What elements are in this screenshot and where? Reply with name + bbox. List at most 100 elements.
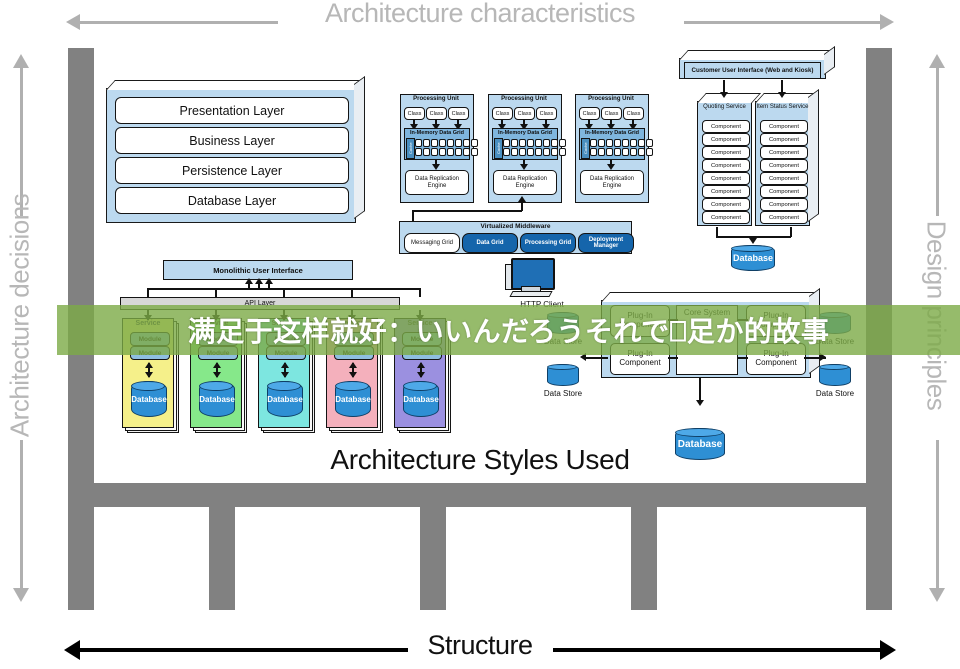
module-db-arrow-up-icon [417, 362, 425, 368]
processing-unit-3: Processing Unit Class Class Class In-Memory … [575, 94, 653, 203]
microservice-database-label: Database [335, 394, 371, 404]
data-replication-engine: Data Replication Engine [493, 170, 557, 195]
module-db-arrow-up-icon [349, 362, 357, 368]
cache-label: Cache [406, 138, 415, 159]
grid-cell [447, 148, 454, 156]
grid-cell [638, 139, 645, 147]
grid-cell-row [503, 148, 566, 156]
service-component-7: Component [702, 198, 750, 211]
service-component-4: Component [760, 159, 808, 172]
arrow-down-icon-right [929, 588, 945, 602]
virtualized-middleware-title: Virtualized Middleware [480, 223, 551, 230]
grid-cell [646, 139, 653, 147]
grid-cell [606, 148, 613, 156]
service-side-face [808, 89, 819, 223]
grid-cell [543, 148, 550, 156]
processing-unit-1: Processing Unit Class Class Class In-Memory … [400, 94, 478, 203]
axis-bottom-line-right [553, 648, 883, 652]
processing-unit-title: Processing Unit [501, 96, 547, 102]
microservice-database: Database [131, 381, 167, 417]
service-component-1: Component [760, 120, 808, 133]
grid-cell [630, 139, 637, 147]
grid-cell-row [415, 148, 478, 156]
service-2: Item Status Service Component Component Com… [755, 89, 820, 226]
grid-cell [622, 139, 629, 147]
processing-unit-title: Processing Unit [413, 96, 459, 102]
sb-arrow-down-icon [749, 238, 757, 244]
arrow-right-icon [880, 14, 894, 30]
grid-cell [519, 139, 526, 147]
grid-cell [535, 139, 542, 147]
grid-cell [471, 148, 478, 156]
layer-1: Presentation Layer [115, 97, 349, 124]
grid-cell [503, 139, 510, 147]
grid-cell-row [590, 139, 653, 147]
processing-unit-2: Processing Unit Class Class Class In-Memory … [488, 94, 566, 203]
microservice-database: Database [199, 381, 235, 417]
grid-cell [463, 139, 470, 147]
service-based-database: Database [731, 245, 775, 271]
grid-cell-row [503, 139, 566, 147]
cache-label: Cache [494, 138, 503, 159]
ui-riser-5 [419, 288, 421, 297]
ui-service-arrow-down-icon-1 [720, 92, 728, 98]
grid-cell [638, 148, 645, 156]
module-db-arrow-down-icon [145, 372, 153, 378]
service-component-1: Component [702, 120, 750, 133]
grid-cell [527, 139, 534, 147]
service-component-5: Component [760, 172, 808, 185]
microservice-database-label: Database [403, 394, 439, 404]
layered-architecture-diagram: Presentation Layer Business Layer Persiste… [106, 76, 366, 223]
grid-cell [415, 148, 422, 156]
grid-cell [423, 139, 430, 147]
overlay-banner-text: 满足于这样就好：いいんだろうそれで⎕足か的故事 [187, 315, 830, 348]
axis-top-line-right [684, 21, 884, 24]
grid-cell [431, 148, 438, 156]
grid-cell [598, 139, 605, 147]
layer-3: Persistence Layer [115, 157, 349, 184]
layered-side-face [354, 76, 365, 220]
module-db-arrow-down-icon [213, 372, 221, 378]
module-db-arrow-up-icon [145, 362, 153, 368]
middleware-grid-3: Processing Grid [520, 233, 576, 253]
mk-link-4 [738, 357, 748, 359]
service-component-5: Component [702, 172, 750, 185]
service-component-8: Component [760, 211, 808, 224]
grid-cell [455, 148, 462, 156]
grid-cell-row [590, 148, 653, 156]
service-component-6: Component [760, 185, 808, 198]
in-memory-data-grid-label: In-Memory Data Grid [497, 130, 553, 136]
frame-beam [68, 483, 892, 507]
service-component-3: Component [760, 146, 808, 159]
ui-convergence-bus [147, 288, 419, 290]
service-component-4: Component [702, 159, 750, 172]
mk-ds-link-left [586, 357, 608, 359]
processing-unit-title: Processing Unit [588, 96, 634, 102]
data-replication-engine: Data Replication Engine [405, 170, 469, 195]
microservice-database-label: Database [267, 394, 303, 404]
data-store-label-2: Data Store [815, 389, 855, 398]
microkernel-database-label: Database [677, 438, 723, 450]
middleware-grid-4: Deployment Manager [578, 233, 634, 253]
grid-cell [471, 139, 478, 147]
mk-db-arrow-down-icon [696, 400, 704, 406]
service-component-2: Component [702, 133, 750, 146]
module-db-arrow-up-icon [213, 362, 221, 368]
service-component-2: Component [760, 133, 808, 146]
ui-service-arrow-down-icon-2 [778, 92, 786, 98]
grid-cell [614, 148, 621, 156]
arrow-right-icon-bottom [880, 640, 896, 660]
page-caption: Architecture Styles Used [330, 444, 630, 475]
grid-cell [511, 148, 518, 156]
grid-cell [598, 148, 605, 156]
axis-left: Architecture decisions [0, 48, 44, 608]
axis-top-label: Architecture characteristics [324, 0, 636, 28]
grid-cell [463, 148, 470, 156]
service-1: Quoting Service Component Component Compone… [697, 93, 762, 226]
middleware-arrow-up-icon [518, 196, 526, 202]
service-title: Quoting Service [703, 104, 746, 110]
customer-user-interface-box: Customer User Interface (Web and Kiosk) [679, 46, 836, 79]
ui-inlet-arrow-up-icon-2 [255, 278, 263, 284]
grid-cell [527, 148, 534, 156]
service-component-6: Component [702, 185, 750, 198]
